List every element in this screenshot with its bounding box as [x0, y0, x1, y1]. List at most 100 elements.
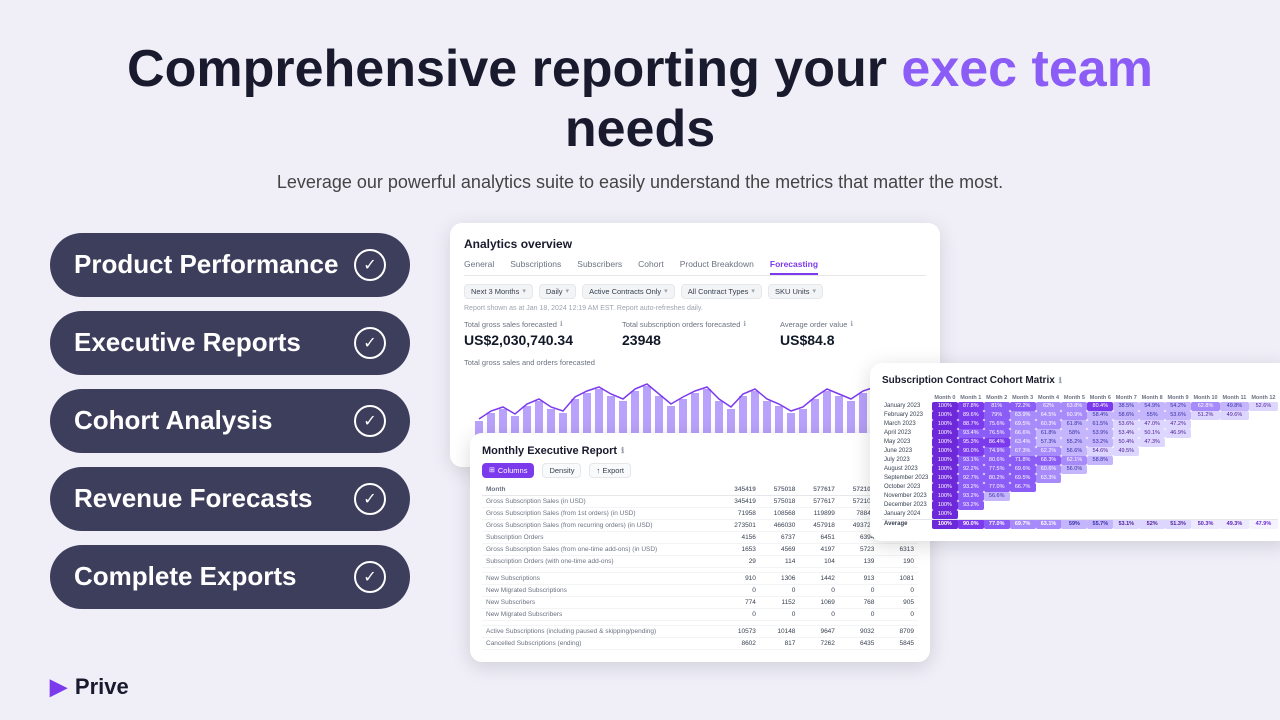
metric-aov-label: Average order value ℹ — [780, 320, 926, 329]
table-row: Subscription Orders 41566737645163946021 — [482, 531, 918, 543]
cohort-avg-row: Average 100%90.0%77.0%69.7%63.1%59%55.7%… — [882, 519, 1278, 529]
feature-btn-product-performance[interactable]: Product Performance ✓ — [50, 233, 410, 297]
feature-list: Product Performance ✓ Executive Reports … — [50, 223, 420, 609]
metrics-row: Total gross sales forecasted ℹ US$2,030,… — [464, 320, 926, 348]
feature-btn-complete-exports[interactable]: Complete Exports ✓ — [50, 545, 410, 609]
feature-btn-label: Executive Reports — [74, 327, 301, 358]
cohort-row: August 2023 100%92.2%77.5%69.6%60.6%56.0… — [882, 465, 1278, 474]
analytics-tabs: General Subscriptions Subscribers Cohort… — [464, 259, 926, 276]
metric-gross-sales-value: US$2,030,740.34 — [464, 332, 610, 348]
exec-table: Month 345419 575018 577617 572107 547778… — [482, 484, 918, 650]
check-icon: ✓ — [354, 249, 386, 281]
analytics-panel-title: Analytics overview — [464, 237, 926, 251]
cohort-col-7: Month 7 — [1113, 394, 1139, 402]
report-note: Report shown as at Jan 18, 2024 12:19 AM… — [464, 305, 926, 312]
filter-active-contracts[interactable]: Active Contracts Only ▾ — [582, 284, 675, 299]
check-icon: ✓ — [354, 327, 386, 359]
table-row: Active Subscriptions (including paused &… — [482, 625, 918, 637]
cohort-table: Month 0 Month 1 Month 2 Month 3 Month 4 … — [882, 394, 1278, 529]
feature-btn-label: Revenue Forecasts — [74, 483, 312, 514]
export-btn[interactable]: ↑ Export — [589, 463, 631, 478]
col-header-month: Month — [482, 484, 720, 496]
cohort-col-3: Month 3 — [1010, 394, 1036, 402]
feature-btn-label: Cohort Analysis — [74, 405, 272, 436]
cohort-col-8: Month 8 — [1139, 394, 1165, 402]
filter-all-contract-types[interactable]: All Contract Types ▾ — [681, 284, 762, 299]
headline-start: Comprehensive reporting your — [127, 40, 901, 98]
table-row: Gross Subscription Sales (from 1st order… — [482, 507, 918, 519]
table-row: Subscription Orders (with one-time add-o… — [482, 555, 918, 567]
metric-orders: Total subscription orders forecasted ℹ 2… — [622, 320, 768, 348]
filter-next-3-months[interactable]: Next 3 Months ▾ — [464, 284, 533, 299]
headline: Comprehensive reporting your exec team n… — [50, 40, 1230, 160]
check-icon: ✓ — [354, 405, 386, 437]
density-btn[interactable]: Density — [542, 463, 581, 478]
tab-forecasting[interactable]: Forecasting — [770, 259, 818, 275]
check-icon: ✓ — [354, 561, 386, 593]
filters-row: Next 3 Months ▾ Daily ▾ Active Contracts… — [464, 284, 926, 299]
metric-orders-label: Total subscription orders forecasted ℹ — [622, 320, 768, 329]
table-row: New Migrated Subscriptions 00000 — [482, 584, 918, 596]
cohort-col-10: Month 10 — [1191, 394, 1220, 402]
cohort-row: March 2023 100%88.7%75.6%69.5%60.3%61.8%… — [882, 420, 1278, 429]
table-row: New Subscribers 77411521069768905 — [482, 596, 918, 608]
cohort-row: September 2023 100%92.7%80.2%69.5%63.3% — [882, 474, 1278, 483]
filter-sku-units[interactable]: SKU Units ▾ — [768, 284, 823, 299]
cohort-col-11: Month 11 — [1220, 394, 1249, 402]
cohort-col-4: Month 4 — [1036, 394, 1062, 402]
metric-aov: Average order value ℹ US$84.8 — [780, 320, 926, 348]
cohort-col-0: Month 0 — [932, 394, 958, 402]
tab-subscriptions[interactable]: Subscriptions — [510, 259, 561, 275]
logo-icon: ▶ — [50, 674, 67, 700]
table-row: Gross Subscription Sales (in USD) 345419… — [482, 495, 918, 507]
check-icon: ✓ — [354, 483, 386, 515]
columns-btn[interactable]: ⊞ Columns — [482, 463, 534, 478]
cohort-col-9: Month 9 — [1165, 394, 1191, 402]
logo-area: ▶ Prive — [50, 674, 129, 700]
tab-product-breakdown[interactable]: Product Breakdown — [680, 259, 754, 275]
header: Comprehensive reporting your exec team n… — [50, 40, 1230, 193]
cohort-col-6: Month 6 — [1087, 394, 1113, 402]
table-row: Gross Subscription Sales (from recurring… — [482, 519, 918, 531]
cohort-row: January 2024 100% — [882, 510, 1278, 520]
cohort-row: July 2023 100%93.1%80.6%71.8%68.3%62.1%5… — [882, 456, 1278, 465]
tab-cohort[interactable]: Cohort — [638, 259, 664, 275]
cohort-row: November 2023 100%93.2%56.6% — [882, 492, 1278, 501]
cohort-col-5: Month 5 — [1061, 394, 1087, 402]
feature-btn-executive-reports[interactable]: Executive Reports ✓ — [50, 311, 410, 375]
cohort-row: June 2023 100%90.0%74.9%67.3%62.2%56.6%5… — [882, 447, 1278, 456]
cohort-row: January 2023 100%87.8%81%72.2%62%63.8%80… — [882, 402, 1278, 411]
feature-btn-revenue-forecasts[interactable]: Revenue Forecasts ✓ — [50, 467, 410, 531]
col-header-1: 345419 — [720, 484, 760, 496]
cohort-row: February 2023 100%89.6%79%63.9%64.5%60.9… — [882, 411, 1278, 420]
headline-accent: exec team — [901, 40, 1153, 98]
tab-general[interactable]: General — [464, 259, 494, 275]
subheadline: Leverage our powerful analytics suite to… — [50, 172, 1230, 193]
logo-text: Prive — [75, 674, 129, 700]
cohort-row: May 2023 100%95.3%86.4%63.4%57.3%55.2%53… — [882, 438, 1278, 447]
cohort-row: April 2023 100%93.4%76.5%66.6%61.8%58%53… — [882, 429, 1278, 438]
cohort-title: Subscription Contract Cohort Matrix ℹ — [882, 375, 1278, 386]
filter-daily[interactable]: Daily ▾ — [539, 284, 576, 299]
metric-gross-sales-label: Total gross sales forecasted ℹ — [464, 320, 610, 329]
col-header-3: 577617 — [799, 484, 839, 496]
feature-btn-label: Product Performance — [74, 249, 338, 280]
headline-end: needs — [565, 100, 715, 158]
tab-subscribers[interactable]: Subscribers — [577, 259, 622, 275]
chart-label: Total gross sales and orders forecasted — [464, 358, 926, 367]
cohort-row: December 2023 100%93.2% — [882, 501, 1278, 510]
table-row: Cancelled Subscriptions (ending) 8602817… — [482, 637, 918, 649]
table-row: Gross Subscription Sales (from one-time … — [482, 543, 918, 555]
mockup-area: Analytics overview General Subscriptions… — [450, 223, 1230, 703]
cohort-col-12: Month 12 — [1249, 394, 1278, 402]
table-row: New Subscriptions 910130614429131081 — [482, 572, 918, 584]
exec-report-title: Monthly Executive Report ℹ — [482, 445, 918, 457]
feature-btn-cohort-analysis[interactable]: Cohort Analysis ✓ — [50, 389, 410, 453]
col-header-2: 575018 — [760, 484, 800, 496]
exec-report-panel: Monthly Executive Report ℹ ⊞ Columns Den… — [470, 433, 930, 662]
cohort-col-2: Month 2 — [984, 394, 1010, 402]
exec-toolbar: ⊞ Columns Density ↑ Export — [482, 463, 918, 478]
cohort-panel: Subscription Contract Cohort Matrix ℹ Mo… — [870, 363, 1280, 541]
metric-orders-value: 23948 — [622, 332, 768, 348]
main-container: Comprehensive reporting your exec team n… — [0, 0, 1280, 720]
